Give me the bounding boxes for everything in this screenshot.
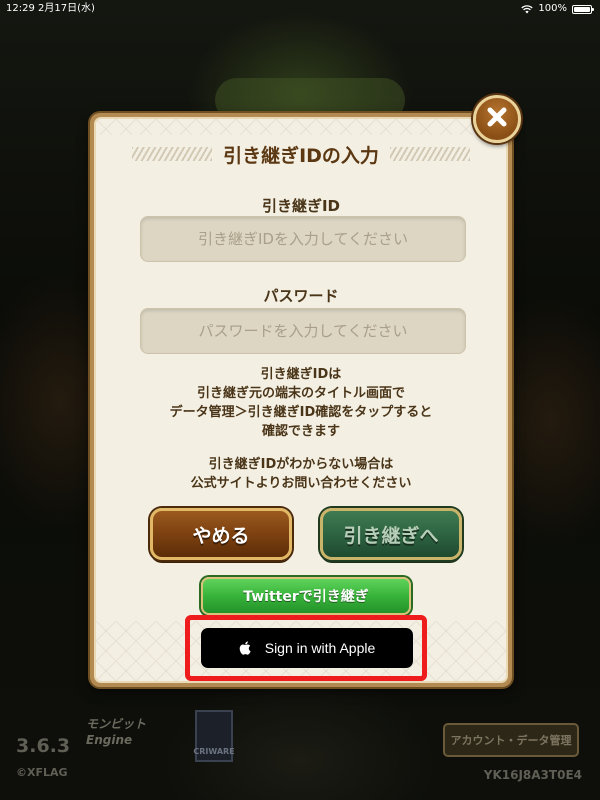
wifi-icon (521, 4, 534, 14)
dialog-title: 引き継ぎIDの入力 (213, 140, 389, 168)
device-code: YK16J8A3T0E4 (483, 768, 582, 782)
battery-icon (572, 4, 594, 14)
cancel-button[interactable]: やめる (150, 508, 292, 560)
password-input[interactable] (140, 308, 466, 354)
help-text-transfer-id: 引き継ぎIDは 引き継ぎ元の端末のタイトル画面で データ管理＞引き継ぎID確認を… (169, 367, 433, 439)
copyright-text: ©XFLAG (16, 766, 68, 779)
criware-logo: CRIWARE (193, 710, 235, 762)
version-number: 3.6.3 (16, 735, 71, 757)
transfer-id-dialog: 引き継ぎIDの入力 引き継ぎID パスワード 引き継ぎIDは 引き継ぎ元の端末の… (90, 113, 512, 687)
close-icon (486, 106, 508, 132)
battery-percent: 100% (538, 3, 567, 14)
dialog-title-row: 引き継ぎIDの入力 (96, 137, 506, 171)
transfer-id-input[interactable] (140, 216, 466, 262)
dialog-panel: 引き継ぎIDの入力 引き継ぎID パスワード 引き継ぎIDは 引き継ぎ元の端末の… (94, 117, 508, 683)
title-decoration-left (132, 147, 212, 161)
status-indicators: 100% (521, 0, 594, 18)
password-label: パスワード (263, 287, 339, 305)
dialog-top-pattern (96, 119, 506, 135)
close-button[interactable] (473, 95, 521, 143)
apple-icon (239, 641, 251, 655)
transfer-id-label: 引き継ぎID (261, 197, 341, 215)
engine-logo: モンビットEngine (86, 717, 147, 747)
help-text-contact: 引き継ぎIDがわからない場合は 公式サイトよりお問い合わせください (190, 457, 412, 491)
screen: 12:29 2月17日(水) 100% 引き継ぎIDの入力 引き継ぎID 引き継… (0, 0, 600, 800)
title-decoration-right (390, 147, 470, 161)
twitter-transfer-button[interactable]: Twitterで引き継ぎ (201, 577, 411, 615)
status-bar: 12:29 2月17日(水) 100% (0, 0, 600, 18)
sign-in-with-apple-button[interactable]: Sign in with Apple (201, 628, 413, 668)
account-data-button[interactable]: アカウント・データ管理 (443, 723, 579, 757)
status-time: 12:29 (6, 3, 35, 14)
continue-transfer-button[interactable]: 引き継ぎへ (320, 508, 462, 560)
status-date: 2月17日(水) (38, 3, 95, 14)
apple-button-label: Sign in with Apple (264, 640, 376, 656)
